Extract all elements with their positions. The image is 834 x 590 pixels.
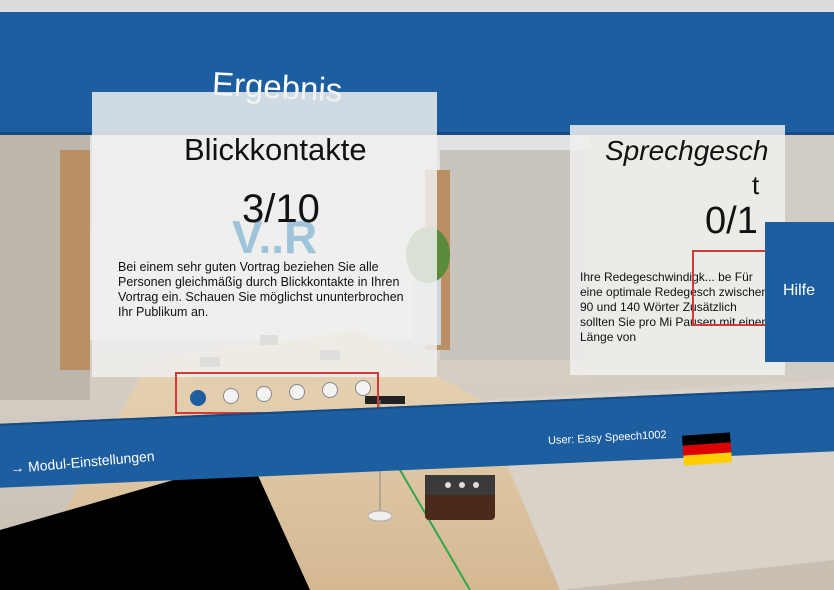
eye-contact-description: Bei einem sehr guten Vortrag beziehen Si… (118, 260, 404, 319)
eye-contact-panel: Blickkontakte V..R 3/10 Bei einem sehr g… (92, 92, 437, 377)
pagination-dot[interactable] (190, 390, 206, 406)
pagination-dot[interactable] (256, 386, 272, 402)
speech-rate-title: Sprechgesch (605, 135, 769, 166)
german-flag-icon[interactable] (682, 432, 732, 466)
eye-contact-title: Blickkontakte (184, 132, 367, 167)
vr-scene: Ergebnis Blickkontakte V..R 3/10 Bei ein… (0, 0, 834, 590)
help-button-label: Hilfe (783, 282, 816, 299)
speech-rate-title-line2: t (752, 170, 760, 200)
pagination-dot[interactable] (355, 380, 371, 396)
pagination-dot[interactable] (289, 384, 305, 400)
eye-contact-score: 3/10 (242, 187, 320, 231)
help-button[interactable]: Hilfe (765, 222, 834, 362)
pagination-dot[interactable] (223, 388, 239, 404)
pagination-dot[interactable] (322, 382, 338, 398)
speech-rate-score: 0/1 (705, 200, 758, 242)
